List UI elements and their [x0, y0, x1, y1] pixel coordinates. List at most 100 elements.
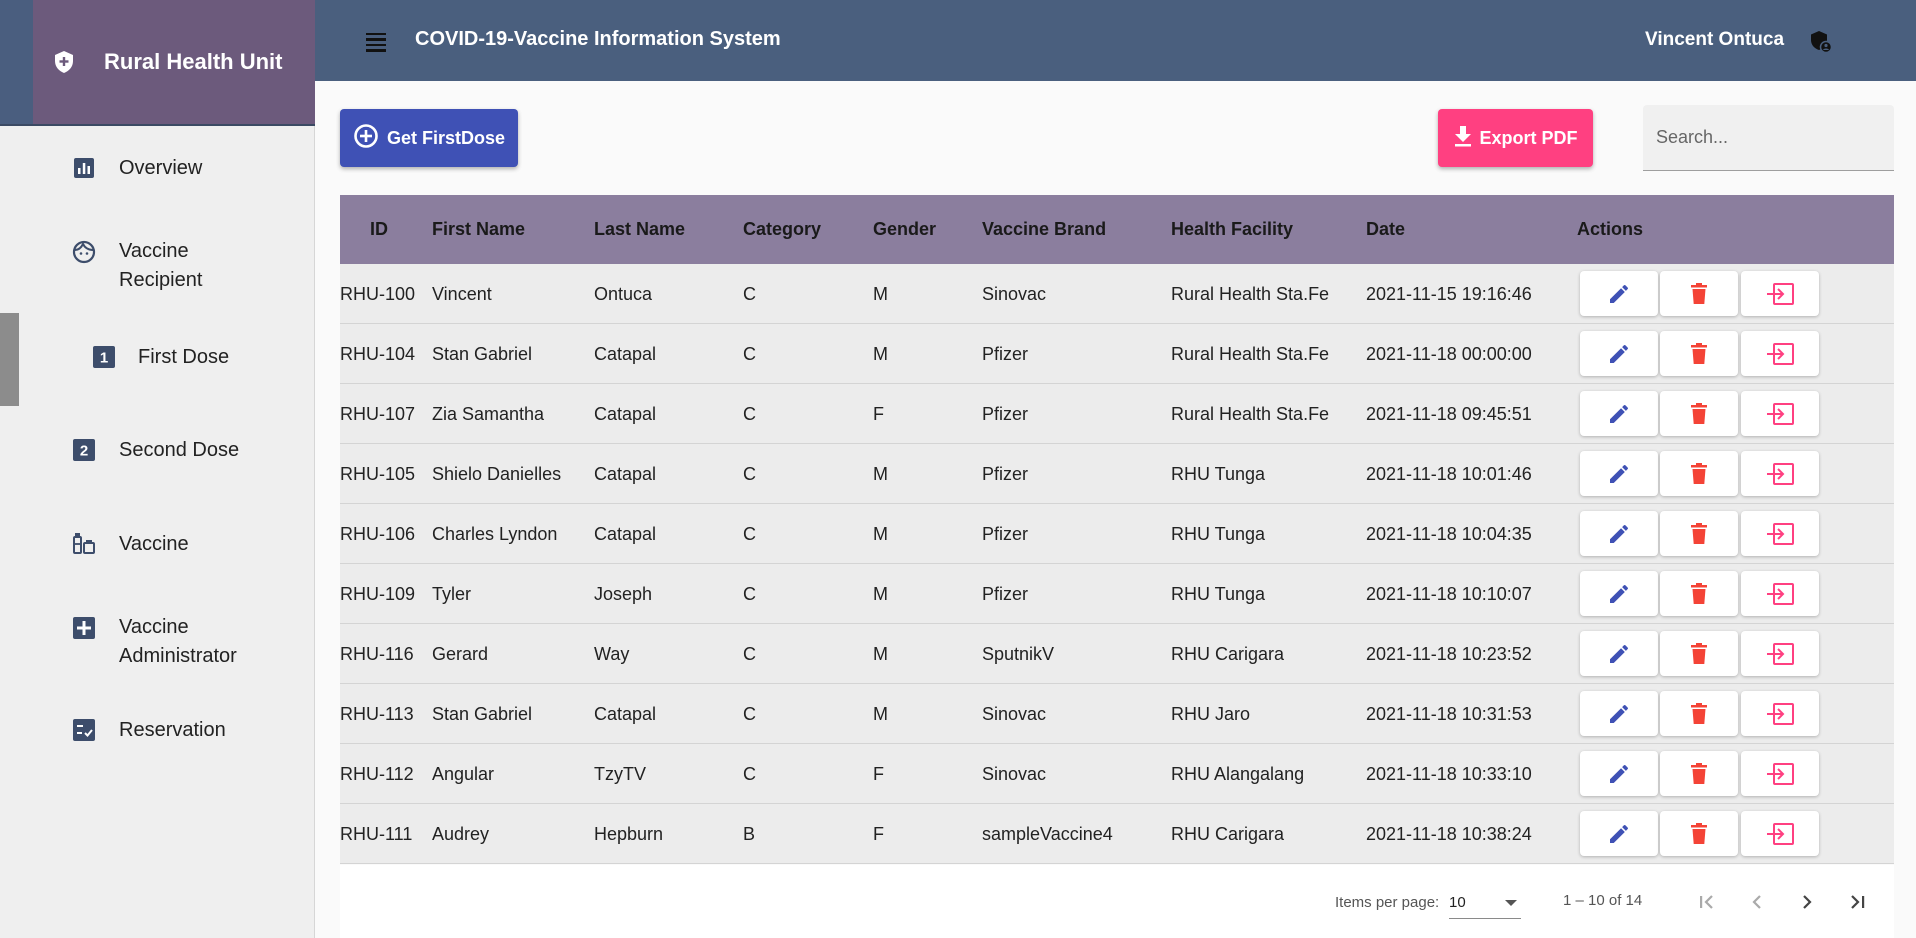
cell-first-name: Stan Gabriel: [432, 704, 533, 724]
sidebar-item-second-dose[interactable]: 2 Second Dose: [0, 433, 315, 469]
edit-button[interactable]: [1580, 691, 1658, 736]
table-row: RHU-112 Angular TzyTV C F Sinovac RHU Alangala…: [340, 744, 1894, 804]
edit-button[interactable]: [1580, 751, 1658, 796]
first-page-button[interactable]: [1690, 885, 1724, 919]
delete-button[interactable]: [1660, 271, 1738, 316]
delete-button[interactable]: [1660, 631, 1738, 676]
cell-last-name: Catapal: [594, 344, 657, 364]
sidebar-item-overview[interactable]: Overview: [0, 150, 315, 186]
app-title: COVID-19-Vaccine Information System: [415, 28, 781, 50]
edit-icon: [1607, 702, 1631, 726]
delete-button[interactable]: [1660, 451, 1738, 496]
checklist-icon: [72, 718, 96, 742]
sidebar-item-first-dose[interactable]: 1 First Dose: [0, 340, 315, 376]
move-to-second-dose-button[interactable]: [1741, 451, 1819, 496]
page-size-value: 10: [1449, 894, 1466, 911]
column-header-health-facility[interactable]: Health Facility: [1171, 195, 1293, 264]
cell-first-name: Tyler: [432, 584, 472, 604]
move-to-second-dose-button[interactable]: [1741, 571, 1819, 616]
column-header-vaccine-brand[interactable]: Vaccine Brand: [982, 195, 1106, 264]
edit-button[interactable]: [1580, 571, 1658, 616]
cell-first-name: Stan Gabriel: [432, 344, 533, 364]
delete-button[interactable]: [1660, 331, 1738, 376]
menu-button[interactable]: [362, 28, 390, 56]
cell-id: RHU-111: [340, 824, 413, 844]
sidebar-item-reservation[interactable]: Reservation: [0, 713, 315, 749]
cell-first-name: Gerard: [432, 644, 489, 664]
cell-gender: F: [873, 404, 884, 424]
cell-category: C: [743, 404, 756, 424]
previous-page-button[interactable]: [1740, 885, 1774, 919]
get-first-dose-label: Get FirstDose: [386, 127, 506, 148]
cell-date: 2021-11-18 10:01:46: [1366, 464, 1532, 484]
get-first-dose-button[interactable]: Get FirstDose: [340, 109, 518, 167]
column-header-first-name[interactable]: First Name: [432, 195, 525, 264]
items-per-page-label: Items per page:: [1335, 894, 1440, 911]
delete-button[interactable]: [1660, 691, 1738, 736]
admin-shield-icon[interactable]: [1808, 29, 1834, 55]
delete-icon: [1688, 642, 1710, 666]
first-page-icon: [1700, 895, 1713, 909]
cell-health-facility: Rural Health Sta.Fe: [1171, 284, 1330, 304]
user-name: Vincent Ontuca: [1645, 29, 1785, 50]
move-to-second-dose-button[interactable]: [1741, 271, 1819, 316]
move-to-second-dose-button[interactable]: [1741, 691, 1819, 736]
sidebar-item-vaccine-recipient[interactable]: Vaccine Recipient: [0, 235, 315, 295]
face-icon: [72, 240, 96, 264]
table-row: RHU-100 Vincent Ontuca C M Sinovac Rural Healt…: [340, 264, 1894, 324]
sidebar-item-vaccine[interactable]: Vaccine: [0, 527, 315, 563]
cell-health-facility: RHU Tunga: [1171, 584, 1266, 604]
column-header-last-name[interactable]: Last Name: [594, 195, 685, 264]
column-header-category[interactable]: Category: [743, 195, 821, 264]
sidebar-item-vaccine-administrator[interactable]: Vaccine Administrator: [0, 611, 315, 671]
sidebar-item-label-line2: Recipient: [119, 269, 203, 291]
exit-to-app-icon: [1765, 342, 1795, 366]
delete-button[interactable]: [1660, 751, 1738, 796]
vaccine-icon: [72, 532, 96, 556]
cell-category: C: [743, 584, 756, 604]
page-size-select[interactable]: 10: [1449, 889, 1521, 919]
chart-icon: [72, 156, 96, 180]
exit-to-app-icon: [1765, 522, 1795, 546]
edit-button[interactable]: [1580, 391, 1658, 436]
menu-icon-line: [366, 32, 386, 35]
last-page-button[interactable]: [1840, 885, 1874, 919]
search-input[interactable]: [1643, 105, 1894, 170]
svg-text:2: 2: [80, 443, 88, 460]
move-to-second-dose-button[interactable]: [1741, 331, 1819, 376]
edit-button[interactable]: [1580, 631, 1658, 676]
move-to-second-dose-button[interactable]: [1741, 751, 1819, 796]
column-header-gender[interactable]: Gender: [873, 195, 936, 264]
edit-button[interactable]: [1580, 811, 1658, 856]
delete-button[interactable]: [1660, 811, 1738, 856]
move-to-second-dose-button[interactable]: [1741, 511, 1819, 556]
menu-icon-line: [366, 38, 386, 41]
cell-category: C: [743, 284, 756, 304]
delete-button[interactable]: [1660, 391, 1738, 436]
edit-button[interactable]: [1580, 271, 1658, 316]
next-page-button[interactable]: [1790, 885, 1824, 919]
cell-id: RHU-113: [340, 704, 414, 724]
column-header-date[interactable]: Date: [1366, 195, 1405, 264]
column-header-id[interactable]: ID: [370, 195, 388, 264]
sidebar-item-label: Vaccine: [119, 616, 189, 638]
cell-gender: M: [873, 284, 888, 304]
sidebar-item-label: Second Dose: [119, 439, 240, 461]
delete-button[interactable]: [1660, 511, 1738, 556]
export-pdf-button[interactable]: Export PDF: [1438, 109, 1593, 167]
edit-icon: [1607, 522, 1631, 546]
move-to-second-dose-button[interactable]: [1741, 391, 1819, 436]
move-to-second-dose-button[interactable]: [1741, 811, 1819, 856]
delete-button[interactable]: [1660, 571, 1738, 616]
export-pdf-label: Export PDF: [1479, 127, 1578, 148]
cell-health-facility: RHU Tunga: [1171, 524, 1266, 544]
table-row: RHU-104 Stan Gabriel Catapal C M Pfizer Rural …: [340, 324, 1894, 384]
cell-vaccine-brand: Pfizer: [982, 464, 1029, 484]
edit-button[interactable]: [1580, 511, 1658, 556]
edit-button[interactable]: [1580, 451, 1658, 496]
move-to-second-dose-button[interactable]: [1741, 631, 1819, 676]
edit-button[interactable]: [1580, 331, 1658, 376]
cell-category: B: [743, 824, 756, 844]
cell-id: RHU-116: [340, 644, 414, 664]
cell-health-facility: RHU Carigara: [1171, 644, 1285, 664]
